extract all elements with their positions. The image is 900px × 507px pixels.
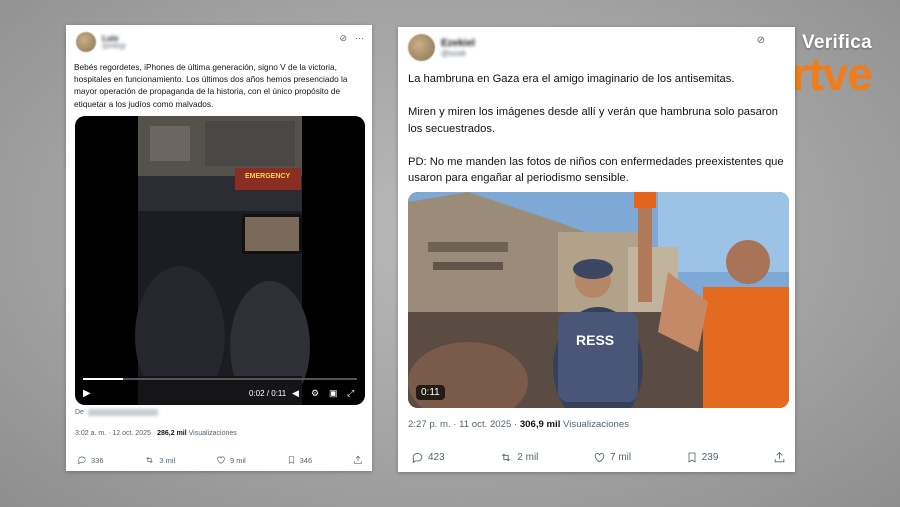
bookmark-count: 239 [701,452,719,463]
reply-count: 336 [91,455,104,465]
like-count: 9 mil [229,455,246,465]
tweet-card-1: Luis @ellegi ⊘ ⋯ Bebés regordetes, iPhon… [66,25,372,471]
settings-icon[interactable]: ⚙ [311,388,319,399]
view-count: 286,2 mil [157,430,187,437]
author-name[interactable]: Luis [102,34,125,43]
avatar[interactable] [76,32,96,52]
bookmark-button[interactable]: 239 [686,451,719,464]
reply-button[interactable]: 423 [411,451,445,464]
tweet-card-2: Ezekiel @ezek ⊘ La hambruna en Gaza era … [398,27,795,472]
source-prefix: De [75,409,84,416]
tweet-meta: 3:02 a. m. · 12 oct. 2025 · 286,2 mil Vi… [75,430,237,437]
fullscreen-icon[interactable]: ⤢ [347,388,354,399]
like-button[interactable]: 9 mil [216,455,246,465]
source-link-blurred[interactable] [87,409,158,416]
tweet-time[interactable]: 3:02 a. m. · 12 oct. 2025 · [75,430,155,437]
retweet-button[interactable]: 2 mil [499,451,538,464]
emergency-sign: EMERGENCY [245,173,291,180]
video-duration: 0:11 [416,385,445,400]
volume-icon[interactable]: ◀ [292,388,299,399]
more-icon[interactable]: ⋯ [355,33,364,44]
reply-icon [412,453,423,464]
tweet-text: La hambruna en Gaza era el amigo imagina… [408,73,784,184]
bookmark-icon [688,452,696,463]
rtve-verifica-watermark: Verifica rtve [791,32,873,100]
like-button[interactable]: 7 mil [593,451,631,464]
reply-count: 423 [428,452,445,463]
bookmark-icon [288,456,294,464]
share-icon [774,452,785,463]
tweet-actions: 336 3 mil 9 mil 346 [77,455,363,465]
rtve-logo: rtve [791,48,873,100]
video-time: 0:02 / 0:11 [249,389,287,398]
tweet-text: Bebés regordetes, iPhones de última gene… [74,62,348,109]
reply-button[interactable]: 336 [77,455,104,465]
press-vest-text: RESS [576,332,615,348]
heart-icon [594,453,605,463]
grok-icon[interactable]: ⊘ [339,33,347,44]
like-count: 7 mil [610,452,632,463]
play-icon[interactable]: ▶ [83,388,91,399]
author-handle[interactable]: @ellegi [102,43,125,50]
heart-icon [217,456,225,464]
video-frame [408,192,789,408]
retweet-icon [502,453,511,462]
video-player[interactable]: EMERGENCY ▶ 0:02 / 0:11 ◀ ⚙ ▣ ⤢ [75,116,365,405]
view-count: 306,9 mil [519,419,561,430]
tweet-actions: 423 2 mil 7 mil 239 [411,451,786,464]
video-player[interactable]: RESS 0:11 [408,192,789,408]
share-button[interactable] [353,455,363,465]
retweet-button[interactable]: 3 mil [144,455,175,465]
retweet-icon [146,457,153,463]
tweet-time[interactable]: 2:27 p. m. · 11 oct. 2025 · [408,419,517,430]
share-icon [354,455,362,464]
views-label: Visualizaciones [563,419,629,430]
retweet-count: 3 mil [159,455,176,465]
author-handle[interactable]: @ezek [441,49,475,58]
retweet-count: 2 mil [517,452,539,463]
tweet-meta: 2:27 p. m. · 11 oct. 2025 · 306,9 mil Vi… [408,419,629,430]
avatar[interactable] [408,34,435,61]
share-button[interactable] [773,451,786,464]
pip-icon[interactable]: ▣ [329,388,338,399]
tweet-header: Ezekiel @ezek [408,34,475,61]
grok-icon[interactable]: ⊘ [757,35,765,46]
reply-icon [78,456,86,465]
video-frame [83,116,357,405]
bookmark-count: 346 [299,455,313,465]
author-name[interactable]: Ezekiel [441,38,475,49]
views-label: Visualizaciones [188,430,237,437]
bookmark-button[interactable]: 346 [287,455,313,465]
tweet-header: Luis @ellegi [76,32,125,52]
